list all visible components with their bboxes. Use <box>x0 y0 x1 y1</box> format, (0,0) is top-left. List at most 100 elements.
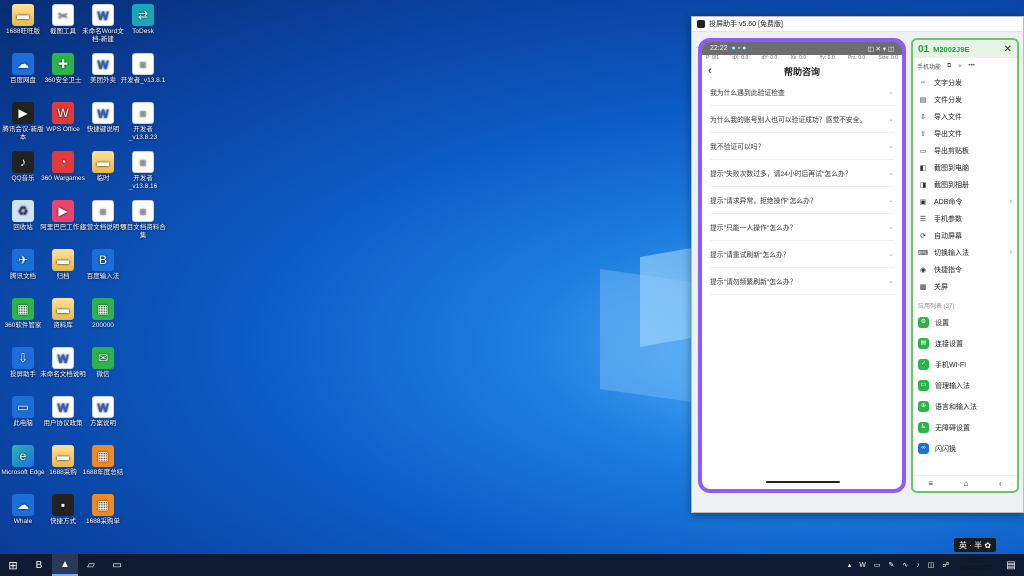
faq-question: 提示"失败次数过多，请24小时后再试"怎么办？ <box>710 171 852 178</box>
chevron-down-icon: ⌄ <box>888 89 894 96</box>
desktop-icon-glyph: W <box>92 396 114 418</box>
display-icon[interactable]: ▭ <box>874 561 881 569</box>
desktop-icon-glyph: ◔ <box>52 151 74 173</box>
desktop-icon[interactable]: ≡ 开发者_v13.8.16 <box>120 151 166 191</box>
menu-item[interactable]: ⇩ 导入文件 <box>913 108 1017 125</box>
desktop-icon[interactable]: ⇄ ToDesk <box>120 4 166 36</box>
menu-item[interactable]: ▩ 关屏 <box>913 278 1017 295</box>
app-item[interactable]: ∞ 闪闪换 <box>913 438 1017 459</box>
back-icon[interactable]: ‹ <box>708 65 712 77</box>
desktop-icon[interactable]: ≡ 项目文档资料合集 <box>120 200 166 240</box>
chevron-down-icon: ⌄ <box>888 224 894 231</box>
app-item[interactable]: ▤ 连接设置 <box>913 333 1017 354</box>
menu-icon[interactable]: ≡ <box>928 479 933 488</box>
copy-icon[interactable]: ⧉ <box>947 63 951 70</box>
app-item[interactable]: ⚙ 设置 <box>913 312 1017 333</box>
app-icon: ✓ <box>918 359 929 370</box>
menu-item[interactable]: ⇧ 导出文件 <box>913 125 1017 142</box>
desktop-icon[interactable]: ▦ 1688采购单 <box>80 494 126 526</box>
close-icon[interactable]: ✕ <box>1004 44 1012 55</box>
menu-item-label: 导入文件 <box>934 113 962 121</box>
app-label: 语言和输入法 <box>935 403 977 411</box>
menu-item[interactable]: ☰ 手机参数 <box>913 210 1017 227</box>
faq-item[interactable]: 提示"失败次数过多，请24小时后再试"怎么办？ ⌄ <box>710 160 894 187</box>
desktop-icon-label: 1688采购 <box>49 469 77 476</box>
app-item[interactable]: ▭ 管理输入法 <box>913 375 1017 396</box>
ime-icon[interactable]: ☍ <box>942 561 949 569</box>
menu-item-icon: ⇧ <box>920 130 926 138</box>
desktop-icon-glyph: ≡ <box>92 200 114 222</box>
desktop-icon-glyph: ▦ <box>12 298 34 320</box>
desktop-icon[interactable]: B 百度输入法 <box>80 249 126 281</box>
phone-status-icons: ◫ ✕ ▾ ◫ <box>867 45 894 53</box>
apps-section-label: 应用列表 (37) <box>918 304 955 310</box>
menu-item[interactable]: ▣ ADB命令 › <box>913 193 1017 210</box>
phone-screen[interactable]: 22:22 ● ▪ ● ◫ ✕ ▾ ◫ P: 0/1 dX: 0.0 dY: 0.0… <box>698 38 906 493</box>
desktop-icon-glyph: ✂ <box>52 4 74 26</box>
desktop-icon-label: 微信 <box>96 371 110 378</box>
faq-item[interactable]: 提示"只能一人操作"怎么办？ ⌄ <box>710 214 894 241</box>
desktop-icon-glyph: ⇩ <box>12 347 34 369</box>
back-icon[interactable]: ‹ <box>999 479 1002 488</box>
faq-item[interactable]: 我为什么遇到此验证检查 ⌄ <box>710 79 894 106</box>
faq-list: 我为什么遇到此验证检查 ⌄ 为什么我的账号别人也可以验证成功？感觉不安全。 ⌄ 我不验证… <box>702 79 902 295</box>
faq-item[interactable]: 提示"请勿频繁刷新"怎么办？ ⌄ <box>710 268 894 295</box>
app-item[interactable]: ♿ 无障碍设置 <box>913 417 1017 438</box>
faq-item[interactable]: 提示"请重试刷新"怎么办？ ⌄ <box>710 241 894 268</box>
taskbar-notebook-icon[interactable]: ▱ <box>78 554 104 576</box>
menu-item[interactable]: ⇔ 文字分发 <box>913 74 1017 91</box>
panel-toolbar: 手机功能 ⧉ ✧ ••• <box>913 58 1017 74</box>
desktop-icon-label: 未命名文档说明 <box>40 371 86 378</box>
desktop-icon-glyph: ▶ <box>52 200 74 222</box>
clock[interactable]: 22:22 2024/10/27 <box>959 557 992 573</box>
desktop-icon-glyph: ▬ <box>52 249 74 271</box>
home-icon[interactable]: ⌂ <box>964 479 969 488</box>
screen-icon[interactable]: ◫ <box>928 561 935 569</box>
desktop-icon[interactable]: ≡ 开发者_v13.8.1 <box>120 53 166 85</box>
taskbar-camera-icon[interactable]: ▭ <box>104 554 130 576</box>
faq-item[interactable]: 为什么我的账号别人也可以验证成功？感觉不安全。 ⌄ <box>710 106 894 133</box>
taskbar-baidu-icon[interactable]: B <box>26 554 52 576</box>
volume-icon[interactable]: ♪ <box>916 562 920 569</box>
taskbar-mirror-icon[interactable]: ▲ <box>52 554 78 576</box>
ime-indicator[interactable]: 英 · 半 ✿ <box>954 538 997 552</box>
chevron-down-icon: ⌄ <box>888 143 894 150</box>
desktop-icon-label: 360软件管家 <box>4 322 42 329</box>
faq-item[interactable]: 提示"请求异常，拒绝操作"怎么办？ ⌄ <box>710 187 894 214</box>
desktop-icon[interactable]: W 方案说明 <box>80 396 126 428</box>
menu-item[interactable]: ◨ 截图到相册 <box>913 176 1017 193</box>
app-icon: ▤ <box>918 338 929 349</box>
app-item[interactable]: ✓ 手机WI-FI <box>913 354 1017 375</box>
notification-icon[interactable]: ▤ <box>998 554 1024 576</box>
start-button[interactable]: ⊞ <box>0 554 26 576</box>
menu-item[interactable]: ▭ 导出剪贴板 <box>913 142 1017 159</box>
desktop-icon[interactable]: ▦ 200000 <box>80 298 126 330</box>
pin-icon[interactable]: ✧ <box>957 63 962 70</box>
app-item[interactable]: ⊕ 语言和输入法 <box>913 396 1017 417</box>
menu-item[interactable]: ⌨ 切换输入法 › <box>913 244 1017 261</box>
wps-icon[interactable]: W <box>859 562 866 569</box>
window-body: 22:22 ● ▪ ● ◫ ✕ ▾ ◫ P: 0/1 dX: 0.0 dY: 0.0… <box>692 32 1023 512</box>
faq-item[interactable]: 我不验证可以吗？ ⌄ <box>710 133 894 160</box>
mirror-window[interactable]: 投屏助手 v5.60 [免费版] 22:22 ● ▪ ● ◫ ✕ ▾ ◫ P: … <box>691 16 1024 513</box>
menu-item[interactable]: ▤ 文件分发 <box>913 91 1017 108</box>
menu-item[interactable]: ◉ 快捷指令 <box>913 261 1017 278</box>
menu-item[interactable]: ◧ 截图到电脑 <box>913 159 1017 176</box>
desktop-icon[interactable]: ≡ 开发者_v13.8.23 <box>120 102 166 142</box>
pen-icon[interactable]: ✎ <box>888 561 894 569</box>
menu-item[interactable]: ⟳ 自动屏幕 <box>913 227 1017 244</box>
desktop-icon-label: 归档 <box>56 273 70 280</box>
desktop-icon[interactable]: ✉ 微信 <box>80 347 126 379</box>
faq-question: 提示"请重试刷新"怎么办？ <box>710 252 790 259</box>
network-icon[interactable]: ∿ <box>902 561 908 569</box>
desktop-icon[interactable]: ▦ 1688年度总结 <box>80 445 126 477</box>
show-hidden-icon[interactable]: ▴ <box>848 561 852 569</box>
app-icon: ♿ <box>918 422 929 433</box>
window-titlebar[interactable]: 投屏助手 v5.60 [免费版] <box>692 17 1023 32</box>
home-indicator[interactable] <box>766 481 840 483</box>
desktop-icon-glyph: W <box>52 396 74 418</box>
more-icon[interactable]: ••• <box>968 63 974 69</box>
menu-item-icon: ⌨ <box>918 249 929 257</box>
chevron-down-icon: ⌄ <box>888 116 894 123</box>
faq-question: 提示"请勿频繁刷新"怎么办？ <box>710 279 797 286</box>
